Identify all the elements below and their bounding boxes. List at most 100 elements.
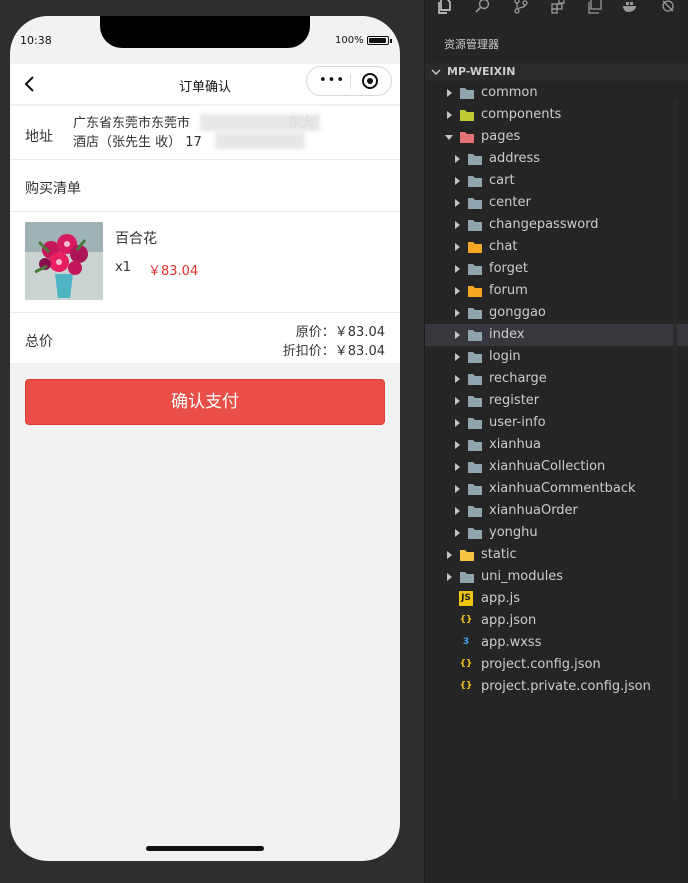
tree-item-label: index <box>489 327 525 342</box>
tree-item-label: forum <box>489 283 528 298</box>
folder-icon <box>468 506 482 517</box>
folder-item-chat[interactable]: chat <box>425 236 688 258</box>
folder-icon <box>468 528 482 539</box>
chevron-right-icon <box>447 89 452 97</box>
chevron-right-icon <box>455 155 460 163</box>
tree-item-label: changepassword <box>489 217 599 232</box>
folder-item-center[interactable]: center <box>425 192 688 214</box>
tree-item-label: chat <box>489 239 518 254</box>
tree-item-label: center <box>489 195 531 210</box>
tree-item-label: login <box>489 349 521 364</box>
purchase-list-title: 购买清单 <box>25 181 81 197</box>
folder-icon <box>468 418 482 429</box>
file-item-app.js[interactable]: JS app.js <box>425 588 688 610</box>
folder-item-pages[interactable]: pages <box>425 126 688 148</box>
chevron-right-icon <box>447 111 452 119</box>
tree-item-label: common <box>481 85 538 100</box>
extensions-icon[interactable] <box>550 0 566 14</box>
original-price: 原价：￥83.04 <box>295 325 385 340</box>
chevron-right-icon <box>447 551 452 559</box>
chevron-right-icon <box>455 221 460 229</box>
folder-icon <box>468 264 482 275</box>
total-card: 总价 原价：￥83.04 折扣价：￥83.04 <box>10 313 400 363</box>
folder-item-uni_modules[interactable]: uni_modules <box>425 566 688 588</box>
folder-icon <box>468 220 482 231</box>
folder-icon <box>468 308 482 319</box>
folder-item-forget[interactable]: forget <box>425 258 688 280</box>
tree-item-label: xianhuaOrder <box>489 503 578 518</box>
project-root[interactable]: MP-WEIXIN <box>425 63 688 81</box>
json-file-icon: {} <box>459 615 473 625</box>
chevron-right-icon <box>455 441 460 449</box>
file-item-project.private.config.json[interactable]: {} project.private.config.json <box>425 676 688 698</box>
debug-icon[interactable] <box>660 0 676 14</box>
address-card[interactable]: 地址 广东省东莞市东莞市东大 酒店（张先生 收） 17 <box>10 106 400 159</box>
tree-item-label: xianhuaCommentback <box>489 481 636 496</box>
tree-item-label: xianhua <box>489 437 541 452</box>
chevron-right-icon <box>455 485 460 493</box>
privacy-blur <box>215 132 305 149</box>
folder-item-yonghu[interactable]: yonghu <box>425 522 688 544</box>
source-control-icon[interactable] <box>513 0 529 14</box>
folder-item-register[interactable]: register <box>425 390 688 412</box>
folder-icon <box>468 396 482 407</box>
folder-item-forum[interactable]: forum <box>425 280 688 302</box>
file-item-app.json[interactable]: {} app.json <box>425 610 688 632</box>
file-item-app.wxss[interactable]: 3 app.wxss <box>425 632 688 654</box>
chevron-down-icon <box>431 69 441 75</box>
scrollbar[interactable] <box>671 100 679 800</box>
tree-item-label: user-info <box>489 415 546 430</box>
folder-item-gonggao[interactable]: gonggao <box>425 302 688 324</box>
files-icon[interactable] <box>437 0 453 14</box>
confirm-pay-button[interactable]: 确认支付 <box>25 379 385 425</box>
folder-item-changepassword[interactable]: changepassword <box>425 214 688 236</box>
folder-item-cart[interactable]: cart <box>425 170 688 192</box>
goods-price: ￥83.04 <box>148 264 199 279</box>
folder-item-xianhuaCommentback[interactable]: xianhuaCommentback <box>425 478 688 500</box>
tree-item-label: app.js <box>481 591 520 606</box>
tree-item-label: components <box>481 107 562 122</box>
folder-item-xianhuaOrder[interactable]: xianhuaOrder <box>425 500 688 522</box>
copy-icon[interactable] <box>587 0 603 14</box>
goods-item[interactable]: 百合花 x1 ￥83.04 <box>10 212 400 312</box>
folder-icon <box>460 550 474 561</box>
chevron-right-icon <box>455 287 460 295</box>
chevron-right-icon <box>455 265 460 273</box>
folder-icon <box>468 154 482 165</box>
folder-item-index[interactable]: index <box>425 324 688 346</box>
tree-item-label: register <box>489 393 540 408</box>
total-label: 总价 <box>25 334 53 350</box>
privacy-blur <box>200 114 320 131</box>
more-icon[interactable]: ••• <box>319 74 345 87</box>
search-icon[interactable] <box>475 0 491 14</box>
folder-item-user-info[interactable]: user-info <box>425 412 688 434</box>
folder-item-xianhua[interactable]: xianhua <box>425 434 688 456</box>
folder-item-components[interactable]: components <box>425 104 688 126</box>
chevron-right-icon <box>455 375 460 383</box>
chevron-right-icon <box>455 331 460 339</box>
folder-icon <box>468 374 482 385</box>
menu-capsule: ••• <box>306 66 392 96</box>
docker-icon[interactable] <box>622 0 638 14</box>
folder-item-common[interactable]: common <box>425 82 688 104</box>
tree-item-label: xianhuaCollection <box>489 459 606 474</box>
file-item-project.config.json[interactable]: {} project.config.json <box>425 654 688 676</box>
chevron-right-icon <box>455 529 460 537</box>
discount-price: 折扣价：￥83.04 <box>282 344 385 359</box>
chevron-right-icon <box>455 199 460 207</box>
folder-item-xianhuaCollection[interactable]: xianhuaCollection <box>425 456 688 478</box>
folder-item-address[interactable]: address <box>425 148 688 170</box>
folder-item-recharge[interactable]: recharge <box>425 368 688 390</box>
folder-icon <box>468 176 482 187</box>
folder-item-login[interactable]: login <box>425 346 688 368</box>
folder-item-static[interactable]: static <box>425 544 688 566</box>
phone-notch <box>100 16 310 48</box>
chevron-right-icon <box>455 177 460 185</box>
purchase-list-header: 购买清单 <box>10 160 400 211</box>
status-time: 10:38 <box>20 34 52 47</box>
folder-icon <box>468 198 482 209</box>
record-icon[interactable] <box>361 72 379 90</box>
tree-item-label: uni_modules <box>481 569 564 584</box>
tree-item-label: gonggao <box>489 305 546 320</box>
folder-icon <box>468 352 482 363</box>
